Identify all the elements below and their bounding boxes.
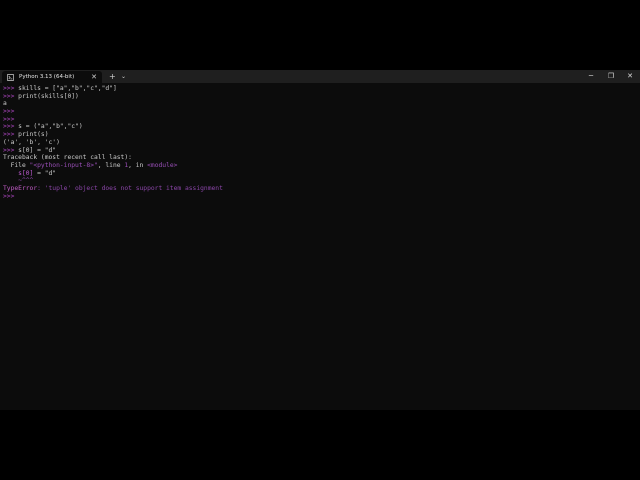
prompt: >>> xyxy=(3,123,15,131)
error-message: : 'tuple' object does not support item a… xyxy=(37,184,223,192)
terminal-input-line[interactable]: >>> xyxy=(3,193,640,201)
prompt: >>> xyxy=(3,108,15,116)
terminal-line: >>> skills = ["a","b","c","d"] xyxy=(3,85,117,92)
terminal-line: >>> print(s) xyxy=(3,131,49,139)
terminal-line: >>> xyxy=(3,116,640,124)
tab-python[interactable]: Python 3.13 (64-bit) ✕ xyxy=(2,71,102,83)
close-window-button[interactable]: ✕ xyxy=(621,70,639,83)
maximize-button[interactable]: ❐ xyxy=(602,70,620,83)
terminal-output[interactable]: >>> skills = ["a","b","c","d"] >>> print… xyxy=(3,85,640,410)
traceback-caret-line: ~^^^ xyxy=(3,177,34,185)
terminal-line: >>> s = ("a","b","c") xyxy=(3,123,83,131)
terminal-line: >>> xyxy=(3,108,640,116)
tab-title: Python 3.13 (64-bit) xyxy=(19,74,75,80)
traceback-header: Traceback (most recent call last): xyxy=(3,154,132,162)
error-type: TypeError xyxy=(3,184,38,192)
terminal-line: a xyxy=(3,100,7,108)
prompt: >>> xyxy=(3,146,15,154)
chevron-down-icon[interactable]: ⌄ xyxy=(121,70,126,83)
error-line: TypeError: 'tuple' object does not suppo… xyxy=(3,185,640,193)
terminal-line: ('a', 'b', 'c') xyxy=(3,138,60,146)
prompt: >>> xyxy=(3,131,15,139)
tab-close-icon[interactable]: ✕ xyxy=(91,71,97,83)
prompt: >>> xyxy=(3,192,15,200)
terminal-line: >>> print(skills[0]) xyxy=(3,92,79,100)
terminal-icon xyxy=(7,73,14,81)
terminal-line: >>> s[0] = "d" xyxy=(3,146,57,154)
prompt: >>> xyxy=(3,92,15,100)
traceback-code-line: s[0] = "d" xyxy=(18,169,57,177)
new-tab-button[interactable]: + xyxy=(109,70,116,83)
prompt: >>> xyxy=(3,115,15,123)
title-bar: Python 3.13 (64-bit) ✕ + ⌄ ─ ❐ ✕ xyxy=(0,70,640,83)
terminal-window[interactable]: Python 3.13 (64-bit) ✕ + ⌄ ─ ❐ ✕ >>> ski… xyxy=(0,70,640,410)
prompt: >>> xyxy=(3,85,15,92)
minimize-button[interactable]: ─ xyxy=(582,70,600,83)
traceback-file-line: File "<python-input-8>", line 1, in <mod… xyxy=(3,161,178,169)
